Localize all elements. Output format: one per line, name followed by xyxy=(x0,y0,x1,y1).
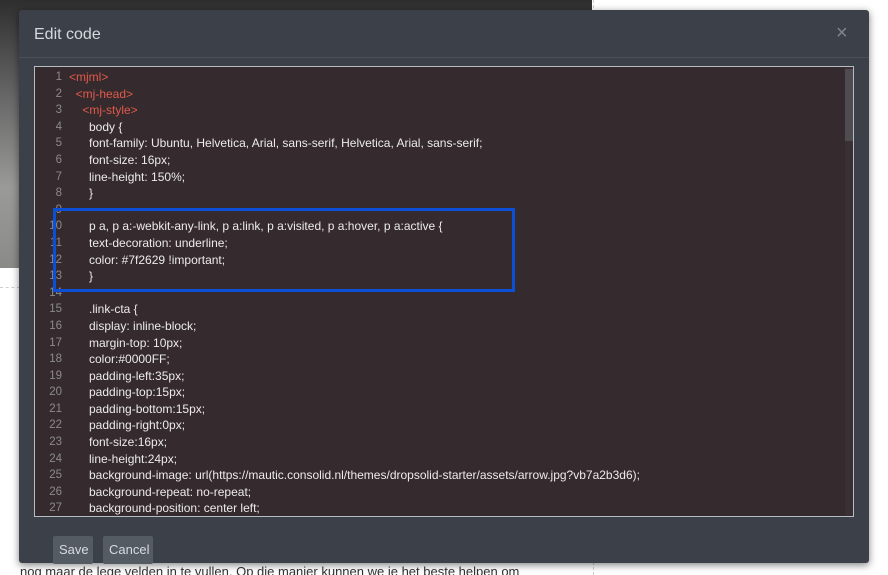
line-number: 4 xyxy=(55,120,62,133)
line-number: 2 xyxy=(55,87,62,100)
line-number: 8 xyxy=(55,187,62,200)
code-line[interactable]: 6 font-size: 16px; xyxy=(35,152,835,169)
code-text: font-size: 16px; xyxy=(69,152,171,167)
code-line[interactable]: 19 padding-left:35px; xyxy=(35,368,835,385)
line-number: 15 xyxy=(49,303,62,316)
code-text: .link-cta { xyxy=(69,302,138,317)
modal-header: Edit code × xyxy=(19,10,869,58)
line-number: 20 xyxy=(49,386,62,399)
highlight-annotation-box xyxy=(53,208,515,292)
code-line[interactable]: 22 padding-right:0px; xyxy=(35,417,835,434)
code-text: color:#0000FF; xyxy=(69,352,170,367)
line-number: 19 xyxy=(49,369,62,382)
line-number: 16 xyxy=(49,319,62,332)
code-line[interactable]: 23 font-size:16px; xyxy=(35,434,835,451)
code-text: background-position: center left; xyxy=(69,501,260,516)
code-text: padding-bottom:15px; xyxy=(69,401,206,416)
code-line[interactable]: 27 background-position: center left; xyxy=(35,500,835,516)
code-line[interactable]: 4 body { xyxy=(35,119,835,136)
save-button[interactable]: Save xyxy=(53,536,93,564)
line-number: 7 xyxy=(55,170,62,183)
close-icon[interactable]: × xyxy=(836,23,848,43)
line-number: 6 xyxy=(55,153,62,166)
code-line[interactable]: 8 } xyxy=(35,185,835,202)
modal-title: Edit code xyxy=(34,26,101,43)
code-text: margin-top: 10px; xyxy=(69,335,183,350)
line-number: 18 xyxy=(49,353,62,366)
line-number: 24 xyxy=(49,452,62,465)
line-number: 21 xyxy=(49,402,62,415)
code-line[interactable]: 17 margin-top: 10px; xyxy=(35,335,835,352)
code-text: font-size:16px; xyxy=(69,435,168,450)
code-text: } xyxy=(69,186,94,201)
code-text: line-height: 150%; xyxy=(69,169,186,184)
line-number: 1 xyxy=(55,71,62,83)
editor-scrollbar[interactable] xyxy=(845,67,853,516)
line-number: 5 xyxy=(55,137,62,150)
code-line[interactable]: 3 <mj-style> xyxy=(35,102,835,119)
background-divider xyxy=(0,287,20,288)
background-paragraph: nog maar de lege velden in te vullen. Op… xyxy=(20,564,520,575)
line-number: 27 xyxy=(49,502,62,515)
code-text: <mjml> xyxy=(69,70,109,84)
code-line[interactable]: 7 line-height: 150%; xyxy=(35,169,835,186)
line-number: 25 xyxy=(49,469,62,482)
code-line[interactable]: 25 background-image: url(https://mautic.… xyxy=(35,467,835,484)
code-text: padding-left:35px; xyxy=(69,368,185,383)
code-text: <mj-style> xyxy=(69,103,138,118)
code-line[interactable]: 5 font-family: Ubuntu, Helvetica, Arial,… xyxy=(35,135,835,152)
cancel-button[interactable]: Cancel xyxy=(103,536,153,564)
scrollbar-thumb[interactable] xyxy=(845,69,853,141)
code-line[interactable]: 15 .link-cta { xyxy=(35,301,835,318)
code-text: body { xyxy=(69,119,123,134)
code-text: background-repeat: no-repeat; xyxy=(69,484,252,499)
code-lines: 1 <mjml> 2 <mj-head> 3 <mj-style> 4 body {5 … xyxy=(35,69,835,516)
code-line[interactable]: 21 padding-bottom:15px; xyxy=(35,401,835,418)
code-line[interactable]: 16 display: inline-block; xyxy=(35,318,835,335)
code-line[interactable]: 2 <mj-head> xyxy=(35,86,835,103)
code-text: display: inline-block; xyxy=(69,318,197,333)
code-text: padding-top:15px; xyxy=(69,385,186,400)
code-line[interactable]: 1 <mjml> xyxy=(35,69,835,86)
code-text: <mj-head> xyxy=(69,86,134,101)
line-number: 17 xyxy=(49,336,62,349)
code-text: background-image: url(https://mautic.con… xyxy=(69,468,640,483)
code-line[interactable]: 18 color:#0000FF; xyxy=(35,351,835,368)
line-number: 3 xyxy=(55,104,62,117)
line-number: 22 xyxy=(49,419,62,432)
code-line[interactable]: 26 background-repeat: no-repeat; xyxy=(35,484,835,501)
line-number: 23 xyxy=(49,436,62,449)
code-text: font-family: Ubuntu, Helvetica, Arial, s… xyxy=(69,136,483,151)
line-number: 26 xyxy=(49,485,62,498)
code-line[interactable]: 20 padding-top:15px; xyxy=(35,384,835,401)
code-text: padding-right:0px; xyxy=(69,418,186,433)
code-line[interactable]: 24 line-height:24px; xyxy=(35,451,835,468)
code-text: line-height:24px; xyxy=(69,451,178,466)
